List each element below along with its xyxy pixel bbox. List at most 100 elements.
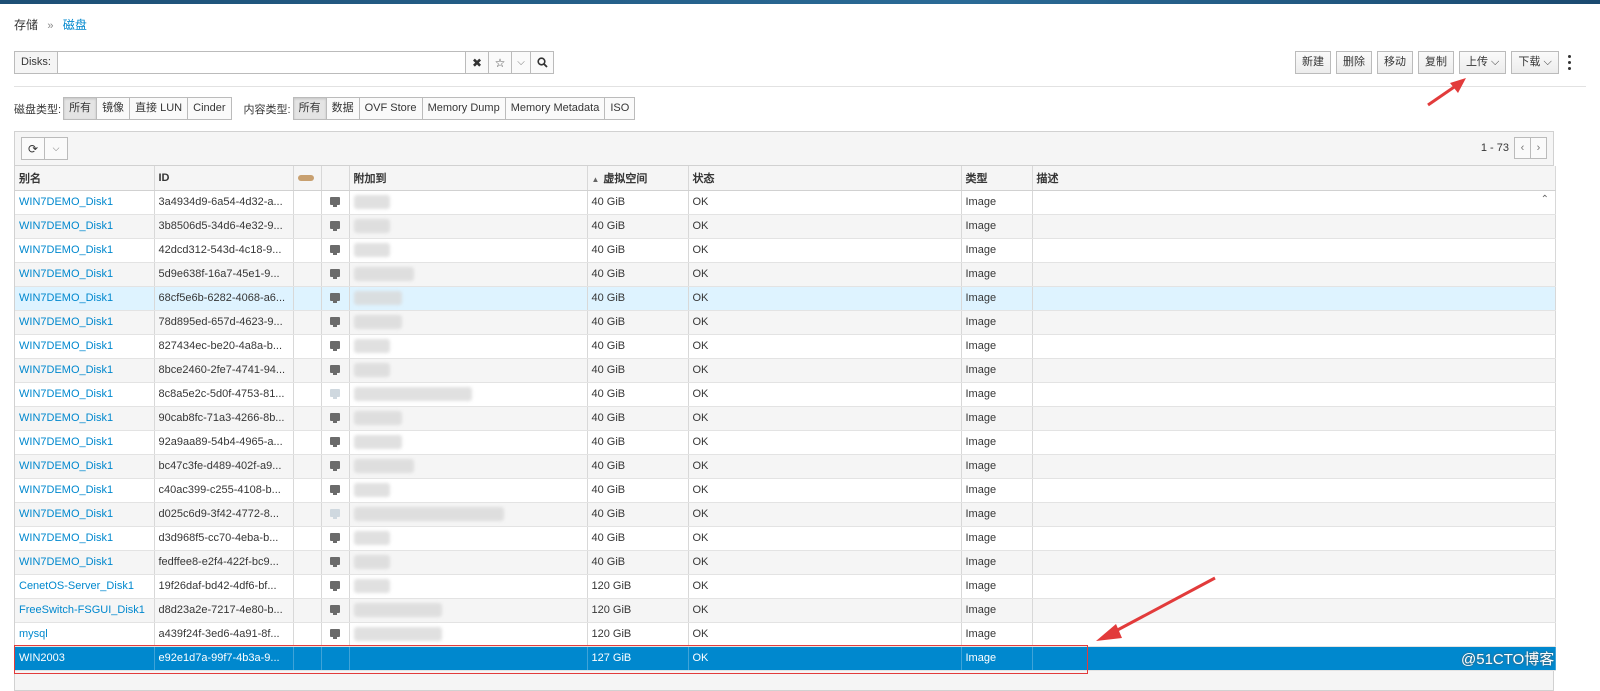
cell-alias[interactable]: WIN7DEMO_Disk1 (15, 190, 155, 215)
copy-disk-button[interactable]: 复制 (1418, 51, 1454, 74)
table-row[interactable]: WIN7DEMO_Disk1 5d9e638f-16a7-45e1-9... 40 … (15, 262, 1556, 287)
cell-alias[interactable]: WIN7DEMO_Disk1 (15, 310, 155, 335)
table-row[interactable]: WIN7DEMO_Disk1 92a9aa89-54b4-4965-a... 40 … (15, 430, 1556, 455)
new-disk-button[interactable]: 新建 (1295, 51, 1331, 74)
vm-icon (329, 437, 340, 447)
cell-attached-to (349, 382, 588, 407)
cell-alias[interactable]: WIN7DEMO_Disk1 (15, 526, 155, 551)
table-row[interactable]: WIN7DEMO_Disk1 3b8506d5-34d6-4e32-9... 40 … (15, 214, 1556, 239)
table-row[interactable]: CenetOS-Server_Disk1 19f26daf-bd42-4df6-b… (15, 574, 1556, 599)
cell-alias[interactable]: WIN7DEMO_Disk1 (15, 478, 155, 503)
content-type-data[interactable]: 数据 (325, 97, 360, 120)
cell-description (1032, 382, 1556, 407)
col-type[interactable]: 类型 (961, 166, 1033, 191)
cell-alias[interactable]: WIN7DEMO_Disk1 (15, 214, 155, 239)
cell-alias[interactable]: WIN7DEMO_Disk1 (15, 550, 155, 575)
table-row[interactable]: WIN7DEMO_Disk1 8c8a5e2c-5d0f-4753-81... 40… (15, 382, 1556, 407)
upload-button[interactable]: 上传 ⌵ (1459, 51, 1507, 74)
cell-status: OK (688, 430, 962, 455)
content-type-ovf-store[interactable]: OVF Store (358, 97, 423, 120)
table-row[interactable]: WIN7DEMO_Disk1 827434ec-be20-4a8a-b... 40 … (15, 334, 1556, 359)
cell-status: OK (688, 286, 962, 311)
breadcrumb-parent[interactable]: 存储 (14, 18, 38, 32)
scroll-up-icon[interactable]: ⌃ (1541, 194, 1549, 205)
col-status[interactable]: 状态 (688, 166, 962, 191)
col-virtual-size[interactable]: ▲ 虚拟空间 (587, 166, 689, 191)
redacted-vm-name (353, 363, 390, 377)
redacted-vm-name (353, 219, 390, 233)
prev-page-icon[interactable]: ‹ (1514, 137, 1531, 159)
cell-virtual-size: 40 GiB (587, 502, 689, 527)
cell-alias[interactable]: WIN7DEMO_Disk1 (15, 430, 155, 455)
vm-icon (329, 509, 340, 519)
cell-alias[interactable]: WIN7DEMO_Disk1 (15, 406, 155, 431)
upload-label: 上传 (1466, 56, 1488, 68)
content-type-iso[interactable]: ISO (604, 97, 636, 120)
table-row[interactable]: WIN2003 e92e1d7a-99f7-4b3a-9... 127 GiB OK I… (15, 646, 1556, 671)
table-row[interactable]: WIN7DEMO_Disk1 78d895ed-657d-4623-9... 40 … (15, 310, 1556, 335)
table-row[interactable]: WIN7DEMO_Disk1 bc47c3fe-d489-402f-a9... 40… (15, 454, 1556, 479)
cell-type: Image (961, 262, 1033, 287)
col-disk-icon[interactable] (293, 166, 322, 191)
cell-alias[interactable]: WIN7DEMO_Disk1 (15, 358, 155, 383)
content-type-memory-dump[interactable]: Memory Dump (421, 97, 506, 120)
more-actions-icon[interactable] (1566, 53, 1572, 71)
table-row[interactable]: WIN7DEMO_Disk1 d3d968f5-cc70-4eba-b... 40 … (15, 526, 1556, 551)
cell-alias[interactable]: WIN7DEMO_Disk1 (15, 262, 155, 287)
table-row[interactable]: WIN7DEMO_Disk1 c40ac399-c255-4108-b... 40 … (15, 478, 1556, 503)
cell-virtual-size: 40 GiB (587, 310, 689, 335)
vm-icon (329, 581, 340, 591)
col-attached-to[interactable]: 附加到 (349, 166, 588, 191)
cell-alias[interactable]: WIN7DEMO_Disk1 (15, 334, 155, 359)
cell-disk-icon (293, 646, 322, 671)
refresh-dropdown-icon[interactable]: ⌵ (44, 137, 68, 160)
cell-type: Image (961, 526, 1033, 551)
move-disk-button[interactable]: 移动 (1377, 51, 1413, 74)
cell-status: OK (688, 646, 962, 671)
content-type-all[interactable]: 所有 (292, 97, 327, 120)
disk-type-image[interactable]: 镜像 (96, 97, 131, 120)
clear-search-icon[interactable]: ✖ (465, 51, 489, 74)
cell-alias[interactable]: WIN7DEMO_Disk1 (15, 454, 155, 479)
content-type-memory-metadata[interactable]: Memory Metadata (504, 97, 606, 120)
top-banner (0, 0, 1600, 4)
col-id[interactable]: ID (154, 166, 294, 191)
table-row[interactable]: mysql a439f24f-3ed6-4a91-8f... 120 GiB OK Im… (15, 622, 1556, 647)
cell-alias[interactable]: WIN7DEMO_Disk1 (15, 382, 155, 407)
next-page-icon[interactable]: › (1530, 137, 1547, 159)
table-row[interactable]: WIN7DEMO_Disk1 90cab8fc-71a3-4266-8b... 40… (15, 406, 1556, 431)
cell-alias[interactable]: WIN2003 (15, 646, 155, 671)
table-row[interactable]: WIN7DEMO_Disk1 fedffee8-e2f4-422f-bc9... 4… (15, 550, 1556, 575)
cell-attached-to (349, 526, 588, 551)
table-row[interactable]: WIN7DEMO_Disk1 68cf5e6b-6282-4068-a6... 40… (15, 286, 1556, 311)
bookmark-star-icon[interactable]: ☆ (488, 51, 512, 74)
disk-type-direct-lun[interactable]: 直接 LUN (129, 97, 189, 120)
table-row[interactable]: WIN7DEMO_Disk1 d025c6d9-3f42-4772-8... 40 … (15, 502, 1556, 527)
cell-disk-icon (293, 310, 322, 335)
search-input[interactable] (57, 51, 466, 74)
cell-alias[interactable]: FreeSwitch-FSGUI_Disk1 (15, 598, 155, 623)
search-icon[interactable] (530, 51, 554, 74)
cell-disk-icon (293, 598, 322, 623)
disk-type-cinder[interactable]: Cinder (187, 97, 232, 120)
download-button[interactable]: 下载 ⌵ (1511, 51, 1559, 74)
table-row[interactable]: WIN7DEMO_Disk1 8bce2460-2fe7-4741-94... 40… (15, 358, 1556, 383)
table-row[interactable]: WIN7DEMO_Disk1 42dcd312-543d-4c18-9... 40 … (15, 238, 1556, 263)
table-row[interactable]: FreeSwitch-FSGUI_Disk1 d8d23a2e-7217-4e80… (15, 598, 1556, 623)
cell-alias[interactable]: WIN7DEMO_Disk1 (15, 286, 155, 311)
refresh-icon[interactable]: ⟳ (21, 137, 45, 160)
col-description[interactable]: 描述 (1032, 166, 1556, 191)
cell-id: d025c6d9-3f42-4772-8... (154, 502, 294, 527)
cell-description (1032, 502, 1556, 527)
cell-alias[interactable]: CenetOS-Server_Disk1 (15, 574, 155, 599)
cell-status: OK (688, 478, 962, 503)
col-alias[interactable]: 别名 (15, 166, 155, 191)
table-row[interactable]: WIN7DEMO_Disk1 3a4934d9-6a54-4d32-a... 40 … (15, 190, 1556, 215)
cell-alias[interactable]: WIN7DEMO_Disk1 (15, 502, 155, 527)
disk-type-all[interactable]: 所有 (63, 97, 98, 120)
search-bar: Disks: ✖ ☆ ⌵ (14, 51, 554, 74)
bookmark-dropdown-icon[interactable]: ⌵ (511, 51, 531, 74)
cell-alias[interactable]: mysql (15, 622, 155, 647)
cell-alias[interactable]: WIN7DEMO_Disk1 (15, 238, 155, 263)
delete-disk-button[interactable]: 删除 (1336, 51, 1372, 74)
